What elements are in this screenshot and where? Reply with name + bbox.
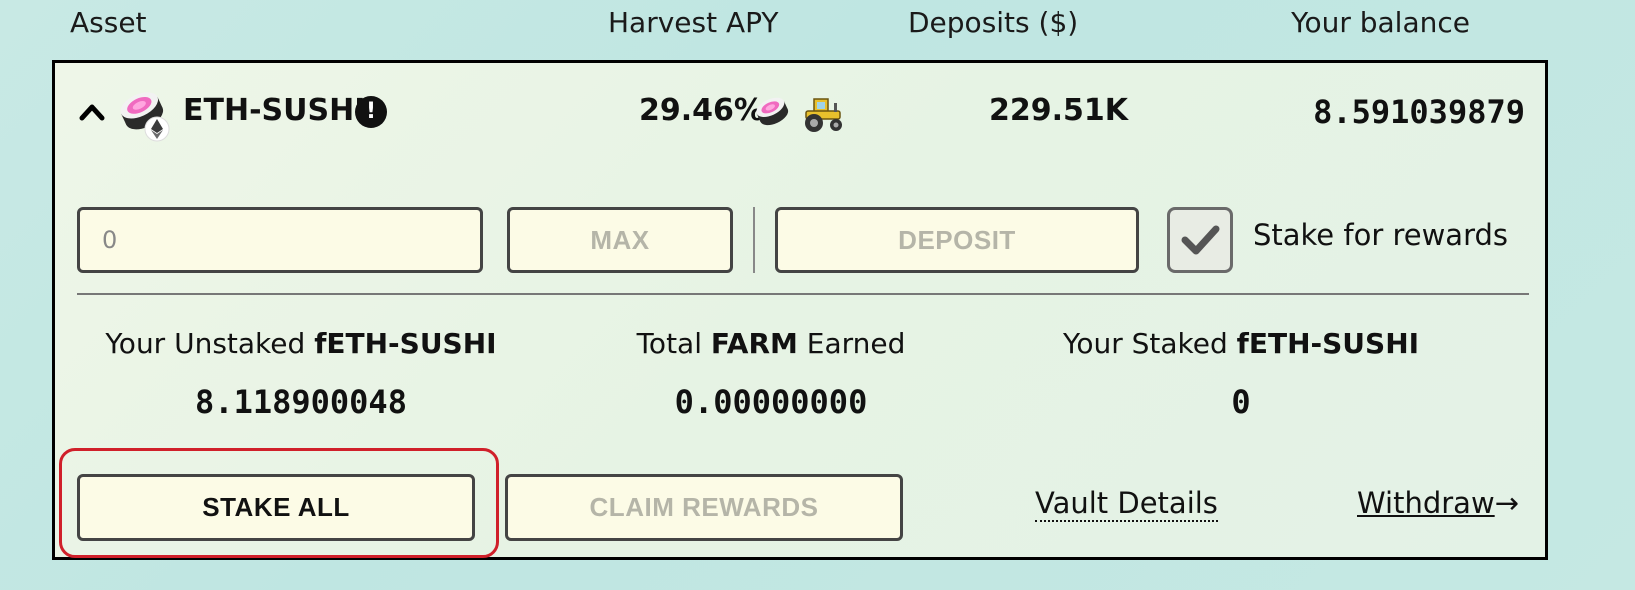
asset-name: ETH-SUSHI: [183, 93, 366, 128]
tractor-icon: [800, 93, 846, 133]
stake-for-rewards-checkbox[interactable]: [1167, 207, 1233, 273]
farm-earned-value: 0.00000000: [674, 383, 868, 421]
vault-details-link[interactable]: Vault Details: [1035, 487, 1218, 522]
info-icon[interactable]: !: [355, 96, 387, 128]
column-header-your-balance: Your balance: [1291, 6, 1470, 39]
claim-rewards-button[interactable]: CLAIM REWARDS: [505, 474, 903, 541]
staked-label: Your Staked fETH-SUSHI: [1062, 327, 1420, 360]
unstaked-label: Your Unstaked fETH-SUSHI: [105, 327, 497, 360]
stake-for-rewards-label: Stake for rewards: [1253, 218, 1509, 252]
max-button[interactable]: MAX: [507, 207, 733, 273]
your-balance-value: 8.591039879: [1313, 93, 1525, 131]
column-header-harvest-apy: Harvest APY: [608, 6, 779, 39]
sushi-eth-icon: [113, 83, 173, 143]
harvest-apy-value: 29.46%: [639, 93, 764, 128]
staked-value: 0: [1231, 383, 1251, 421]
section-divider: [77, 293, 1529, 295]
unstaked-value: 8.118900048: [195, 383, 407, 421]
checkmark-icon: [1181, 225, 1220, 255]
vault-card: ETH-SUSHI ! 29.46% 229.51K 8.591039879 0…: [52, 60, 1548, 560]
column-header-asset: Asset: [70, 6, 147, 39]
chevron-up-icon[interactable]: [79, 99, 105, 125]
farm-earned-label: Total FARM Earned: [636, 327, 906, 360]
deposits-value: 229.51K: [989, 93, 1129, 128]
amount-input[interactable]: [77, 207, 483, 273]
stake-all-button[interactable]: STAKE ALL: [77, 474, 475, 541]
divider: [753, 207, 755, 273]
sushi-icon: [752, 91, 792, 131]
withdraw-link[interactable]: Withdraw→: [1357, 486, 1519, 520]
withdraw-label: Withdraw: [1357, 486, 1495, 520]
arrow-right-icon: →: [1494, 486, 1519, 520]
deposit-button[interactable]: DEPOSIT: [775, 207, 1139, 273]
column-header-deposits: Deposits ($): [908, 6, 1079, 39]
